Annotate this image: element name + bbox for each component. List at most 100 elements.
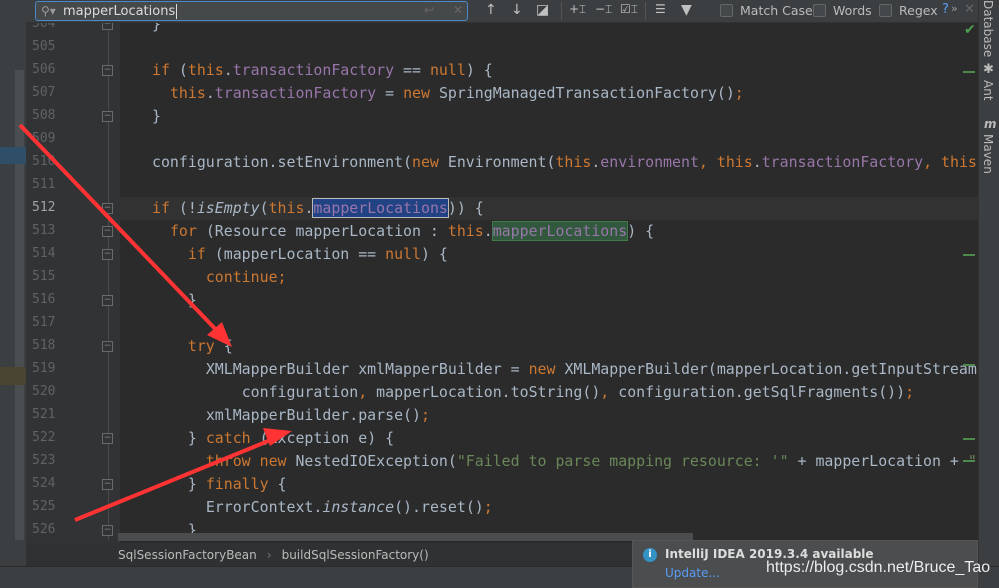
code-line[interactable]: continue; — [206, 266, 287, 289]
line-number[interactable]: 512 — [32, 200, 62, 215]
code-token: + mapperLocation + — [788, 452, 968, 470]
code-token: configuration.getSqlFragments()) — [618, 383, 906, 401]
error-stripe-mark[interactable] — [963, 254, 975, 256]
line-number[interactable]: 521 — [32, 407, 62, 422]
fold-marker-icon[interactable]: − — [102, 226, 113, 237]
code-token: SpringManagedTransactionFactory() — [438, 84, 735, 102]
code-line[interactable]: throw new NestedIOException("Failed to p… — [206, 450, 977, 473]
line-number[interactable]: 518 — [32, 338, 62, 353]
close-find-icon[interactable]: ✕ — [964, 2, 975, 17]
line-number[interactable]: 507 — [32, 85, 62, 100]
code-line[interactable]: XMLMapperBuilder xmlMapperBuilder = new … — [206, 358, 977, 381]
code-line[interactable]: configuration.setEnvironment(new Environ… — [152, 151, 986, 174]
search-value[interactable]: mapperLocations — [63, 3, 178, 19]
fold-marker-icon[interactable]: − — [102, 433, 113, 444]
breadcrumb-class[interactable]: SqlSessionFactoryBean — [118, 548, 257, 562]
code-line[interactable]: } — [188, 289, 197, 312]
code-line[interactable]: if (!isEmpty(this.mapperLocations)) { — [152, 197, 484, 220]
fold-marker-icon[interactable]: − — [102, 341, 113, 352]
maven-tool-button[interactable]: Maven — [981, 134, 995, 174]
line-number[interactable]: 508 — [32, 108, 62, 123]
search-match: mapperLocations — [491, 221, 629, 241]
line-number[interactable]: 524 — [32, 476, 62, 491]
line-number[interactable]: 505 — [32, 39, 62, 54]
line-number[interactable]: 510 — [32, 154, 62, 169]
line-number[interactable]: 506 — [32, 62, 62, 77]
new-line-icon[interactable]: ↩ — [424, 3, 434, 17]
search-icon[interactable]: ⚲▾ — [41, 4, 63, 18]
select-all-occurrences-icon[interactable]: ◪ — [536, 2, 549, 18]
remove-occurrence-icon[interactable]: −⌶ — [595, 2, 612, 17]
code-line[interactable]: try { — [188, 335, 233, 358]
line-number[interactable]: 519 — [32, 361, 62, 376]
code-line[interactable]: if (this.transactionFactory == null) { — [152, 59, 493, 82]
error-stripe-mark[interactable] — [963, 438, 975, 440]
clear-icon[interactable]: ✕ — [453, 3, 463, 17]
code-token: this — [447, 222, 484, 240]
fold-marker-icon[interactable]: − — [102, 249, 113, 260]
fold-marker-icon[interactable]: − — [102, 111, 113, 122]
fold-marker-icon[interactable]: − — [102, 525, 113, 536]
filter-icon[interactable]: ▼ — [681, 2, 692, 18]
code-line[interactable]: xmlMapperBuilder.parse(); — [206, 404, 430, 427]
code-line[interactable]: } catch (Exception e) { — [188, 427, 394, 450]
error-stripe-mark[interactable] — [963, 460, 975, 462]
line-number[interactable]: 514 — [32, 246, 62, 261]
fold-marker-icon[interactable]: − — [102, 479, 113, 490]
code-token: for — [169, 222, 206, 240]
line-number[interactable]: 515 — [32, 269, 62, 284]
line-number[interactable]: 526 — [32, 522, 62, 537]
code-token: throw new — [205, 452, 296, 470]
code-token: . — [223, 61, 233, 79]
line-number[interactable]: 516 — [32, 292, 62, 307]
line-number[interactable]: 517 — [32, 315, 62, 330]
ant-tool-button[interactable]: Ant — [981, 80, 995, 101]
code-token: new — [411, 153, 448, 171]
in-selection-icon[interactable]: ☰ — [655, 2, 666, 16]
regex-checkbox[interactable]: Regex — [879, 3, 938, 18]
error-stripe-mark[interactable] — [963, 364, 975, 366]
code-line[interactable]: } — [152, 105, 161, 128]
line-number[interactable]: 523 — [32, 453, 62, 468]
help-icon[interactable]: ? — [942, 2, 949, 17]
match-case-checkbox[interactable]: Match Case — [720, 3, 813, 18]
line-number[interactable]: 525 — [32, 499, 62, 514]
project-scrollbar[interactable] — [15, 70, 24, 540]
more-options-icon[interactable]: » — [951, 2, 958, 15]
fold-marker-icon[interactable]: − — [102, 295, 113, 306]
line-number[interactable]: 513 — [32, 223, 62, 238]
code-line[interactable]: configuration, mapperLocation.toString()… — [242, 381, 914, 404]
breadcrumb-method[interactable]: buildSqlSessionFactory() — [282, 548, 429, 562]
line-number[interactable]: 509 — [32, 131, 62, 146]
code-token: "Failed to parse mapping resource: '" — [456, 452, 789, 470]
code-token: { — [223, 337, 233, 355]
fold-marker-icon[interactable]: − — [102, 65, 113, 76]
error-stripe-mark[interactable] — [963, 71, 975, 73]
previous-occurrence-icon[interactable]: ↑ — [485, 2, 497, 18]
line-number[interactable]: 522 — [32, 430, 62, 445]
code-line[interactable]: this.transactionFactory = new SpringMana… — [170, 82, 744, 105]
fold-marker-icon[interactable]: − — [102, 203, 113, 214]
database-tool-button[interactable]: Database — [981, 0, 995, 57]
line-number[interactable]: 520 — [32, 384, 62, 399]
words-checkbox[interactable]: Words — [813, 3, 872, 18]
code-token: this — [169, 84, 206, 102]
code-line[interactable]: if (mapperLocation == null) { — [188, 243, 448, 266]
next-occurrence-icon[interactable]: ↓ — [511, 2, 523, 18]
ant-icon[interactable]: ✱ — [981, 62, 996, 77]
code-line[interactable]: } finally { — [188, 473, 287, 496]
code-line[interactable]: for (Resource mapperLocation : this.mapp… — [170, 220, 654, 243]
info-icon: i — [643, 548, 657, 562]
line-number[interactable]: 511 — [32, 177, 62, 192]
code-token: (! — [178, 199, 197, 217]
add-occurrence-icon[interactable]: +⌶ — [569, 2, 586, 17]
code-line[interactable]: ErrorContext.instance().reset(); — [206, 496, 493, 519]
code-token: } — [187, 291, 197, 309]
code-token: ) { — [627, 222, 655, 240]
toggle-occurrences-icon[interactable]: ☑⌶ — [620, 2, 638, 17]
code-token: new — [528, 360, 565, 378]
update-link[interactable]: Update... — [665, 566, 720, 580]
search-input[interactable]: ⚲▾ mapperLocations ↩ ✕ — [35, 1, 468, 21]
horizontal-scrollbar[interactable] — [118, 533, 693, 541]
maven-icon[interactable]: m — [984, 117, 997, 131]
